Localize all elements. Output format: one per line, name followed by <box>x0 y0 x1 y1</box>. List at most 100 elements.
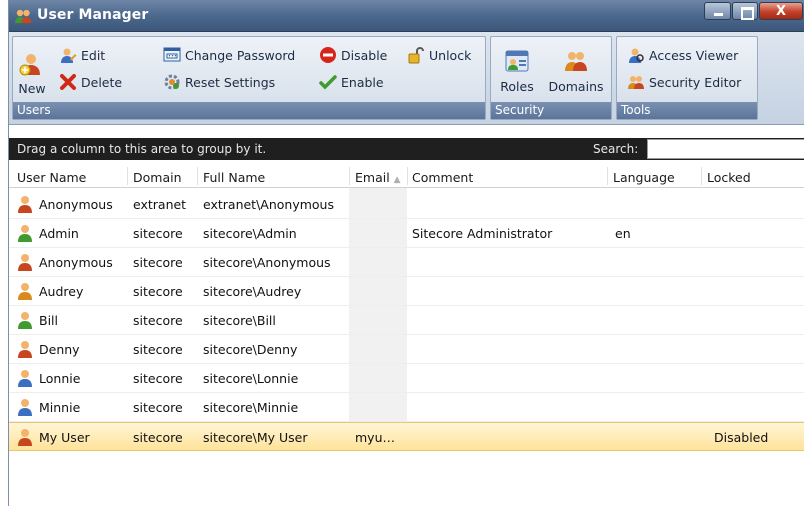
unlock-label: Unlock <box>429 47 472 63</box>
sort-ascending-icon: ▲ <box>393 175 401 185</box>
user-orange-icon <box>18 283 32 300</box>
cell-user-name: My User <box>17 428 90 446</box>
minimize-button[interactable] <box>704 2 731 20</box>
change-password-button[interactable]: ••• Change Password <box>163 44 295 66</box>
user-blue-icon <box>18 370 32 387</box>
edit-user-icon <box>61 48 77 63</box>
cell-locked: Disabled <box>714 430 769 445</box>
cell-user-name: Audrey <box>17 282 83 300</box>
maximize-button[interactable] <box>732 2 758 20</box>
cell-domain: extranet <box>133 197 187 212</box>
cell-full-name: sitecore\Admin <box>203 226 297 241</box>
table-row[interactable]: Bill sitecore sitecore\Bill <box>9 306 804 335</box>
column-header-domain[interactable]: Domain <box>133 170 182 185</box>
user-red-icon <box>18 196 32 213</box>
close-button[interactable]: X <box>759 2 803 20</box>
cell-domain: sitecore <box>133 255 183 270</box>
delete-x-icon <box>60 74 76 90</box>
cell-full-name: sitecore\Audrey <box>203 284 302 299</box>
reset-settings-gear-icon <box>164 74 180 90</box>
disable-button[interactable]: Disable <box>319 44 387 66</box>
close-icon: X <box>775 4 787 19</box>
cell-email: myu… <box>355 430 395 445</box>
user-green-icon <box>18 225 32 242</box>
user-name-text: Audrey <box>39 283 84 299</box>
ribbon-group-tools: Access Viewer Security Editor Tools <box>616 36 758 120</box>
change-password-label: Change Password <box>185 47 296 63</box>
access-viewer-button[interactable]: Access Viewer <box>627 44 738 66</box>
user-name-text: Lonnie <box>39 370 81 386</box>
security-group-label: Security <box>491 102 611 119</box>
group-by-hint: Drag a column to this area to group by i… <box>17 142 267 156</box>
table-row[interactable]: Audrey sitecore sitecore\Audrey <box>9 277 804 306</box>
column-header-email[interactable]: Email ▲ <box>355 170 401 185</box>
users-grid: User Name Domain Full Name Email ▲ Comme… <box>9 160 804 506</box>
roles-button[interactable]: Roles <box>495 47 539 94</box>
column-header-full-name[interactable]: Full Name <box>203 170 265 185</box>
table-row[interactable]: Lonnie sitecore sitecore\Lonnie <box>9 364 804 393</box>
enable-check-icon <box>319 75 337 90</box>
disable-stop-icon <box>320 47 336 63</box>
reset-settings-label: Reset Settings <box>185 74 276 90</box>
enable-button[interactable]: Enable <box>319 71 384 93</box>
roles-label: Roles <box>500 79 534 94</box>
table-row[interactable]: Denny sitecore sitecore\Denny <box>9 335 804 364</box>
unlock-padlock-icon <box>408 47 424 64</box>
grid-header: User Name Domain Full Name Email ▲ Comme… <box>9 164 804 188</box>
cell-domain: sitecore <box>133 430 183 445</box>
user-name-text: Bill <box>39 312 58 328</box>
unlock-button[interactable]: Unlock <box>407 44 471 66</box>
cell-full-name: sitecore\My User <box>203 430 308 445</box>
cell-user-name: Admin <box>17 224 79 242</box>
user-name-text: Denny <box>39 341 80 357</box>
delete-label: Delete <box>81 74 123 90</box>
cell-domain: sitecore <box>133 313 183 328</box>
user-manager-window: User Manager X New Edit Delete ••• Chang… <box>8 0 804 506</box>
cell-language: en <box>615 226 631 241</box>
search-label: Search: <box>593 142 639 156</box>
user-name-text: Admin <box>39 225 79 241</box>
user-name-text: Anonymous <box>39 254 113 270</box>
access-viewer-icon <box>629 48 644 63</box>
table-row[interactable]: My User sitecore sitecore\My User myu… Disab… <box>9 422 804 451</box>
title-bar[interactable]: User Manager X <box>9 0 804 32</box>
cell-domain: sitecore <box>133 400 183 415</box>
column-header-user-name[interactable]: User Name <box>17 170 86 185</box>
table-row[interactable]: Anonymous sitecore sitecore\Anonymous <box>9 248 804 277</box>
table-row[interactable]: Anonymous extranet extranet\Anonymous <box>9 190 804 219</box>
user-red-icon <box>18 341 32 358</box>
user-name-text: My User <box>39 429 90 445</box>
cell-user-name: Denny <box>17 340 80 358</box>
user-name-text: Minnie <box>39 399 81 415</box>
cell-full-name: sitecore\Minnie <box>203 400 299 415</box>
column-header-locked[interactable]: Locked <box>707 170 751 185</box>
column-header-comment[interactable]: Comment <box>412 170 473 185</box>
security-editor-button[interactable]: Security Editor <box>627 71 741 93</box>
cell-full-name: sitecore\Bill <box>203 313 276 328</box>
email-header-label: Email <box>355 170 390 185</box>
domains-label: Domains <box>548 79 604 94</box>
user-green-icon <box>18 312 32 329</box>
roles-icon <box>505 50 529 72</box>
access-viewer-label: Access Viewer <box>649 47 739 63</box>
user-red-icon <box>18 429 32 446</box>
edit-button[interactable]: Edit <box>59 44 105 66</box>
delete-button[interactable]: Delete <box>59 71 122 93</box>
table-row[interactable]: Admin sitecore sitecore\Admin Sitecore Admi… <box>9 219 804 248</box>
cell-user-name: Bill <box>17 311 58 329</box>
cell-full-name: sitecore\Denny <box>203 342 298 357</box>
cell-domain: sitecore <box>133 342 183 357</box>
users-group-label: Users <box>13 102 485 119</box>
cell-domain: sitecore <box>133 284 183 299</box>
group-by-bar[interactable]: Drag a column to this area to group by i… <box>9 138 804 160</box>
domains-icon <box>565 52 587 71</box>
new-user-button[interactable]: New <box>15 51 49 96</box>
svg-text:•••: ••• <box>168 54 177 60</box>
reset-settings-button[interactable]: Reset Settings <box>163 71 275 93</box>
table-row[interactable]: Minnie sitecore sitecore\Minnie <box>9 393 804 422</box>
domains-button[interactable]: Domains <box>543 47 609 94</box>
cell-user-name: Anonymous <box>17 253 113 271</box>
ribbon-group-users: New Edit Delete ••• Change Password Rese… <box>12 36 486 120</box>
column-header-language[interactable]: Language <box>613 170 675 185</box>
search-input[interactable] <box>647 139 804 159</box>
